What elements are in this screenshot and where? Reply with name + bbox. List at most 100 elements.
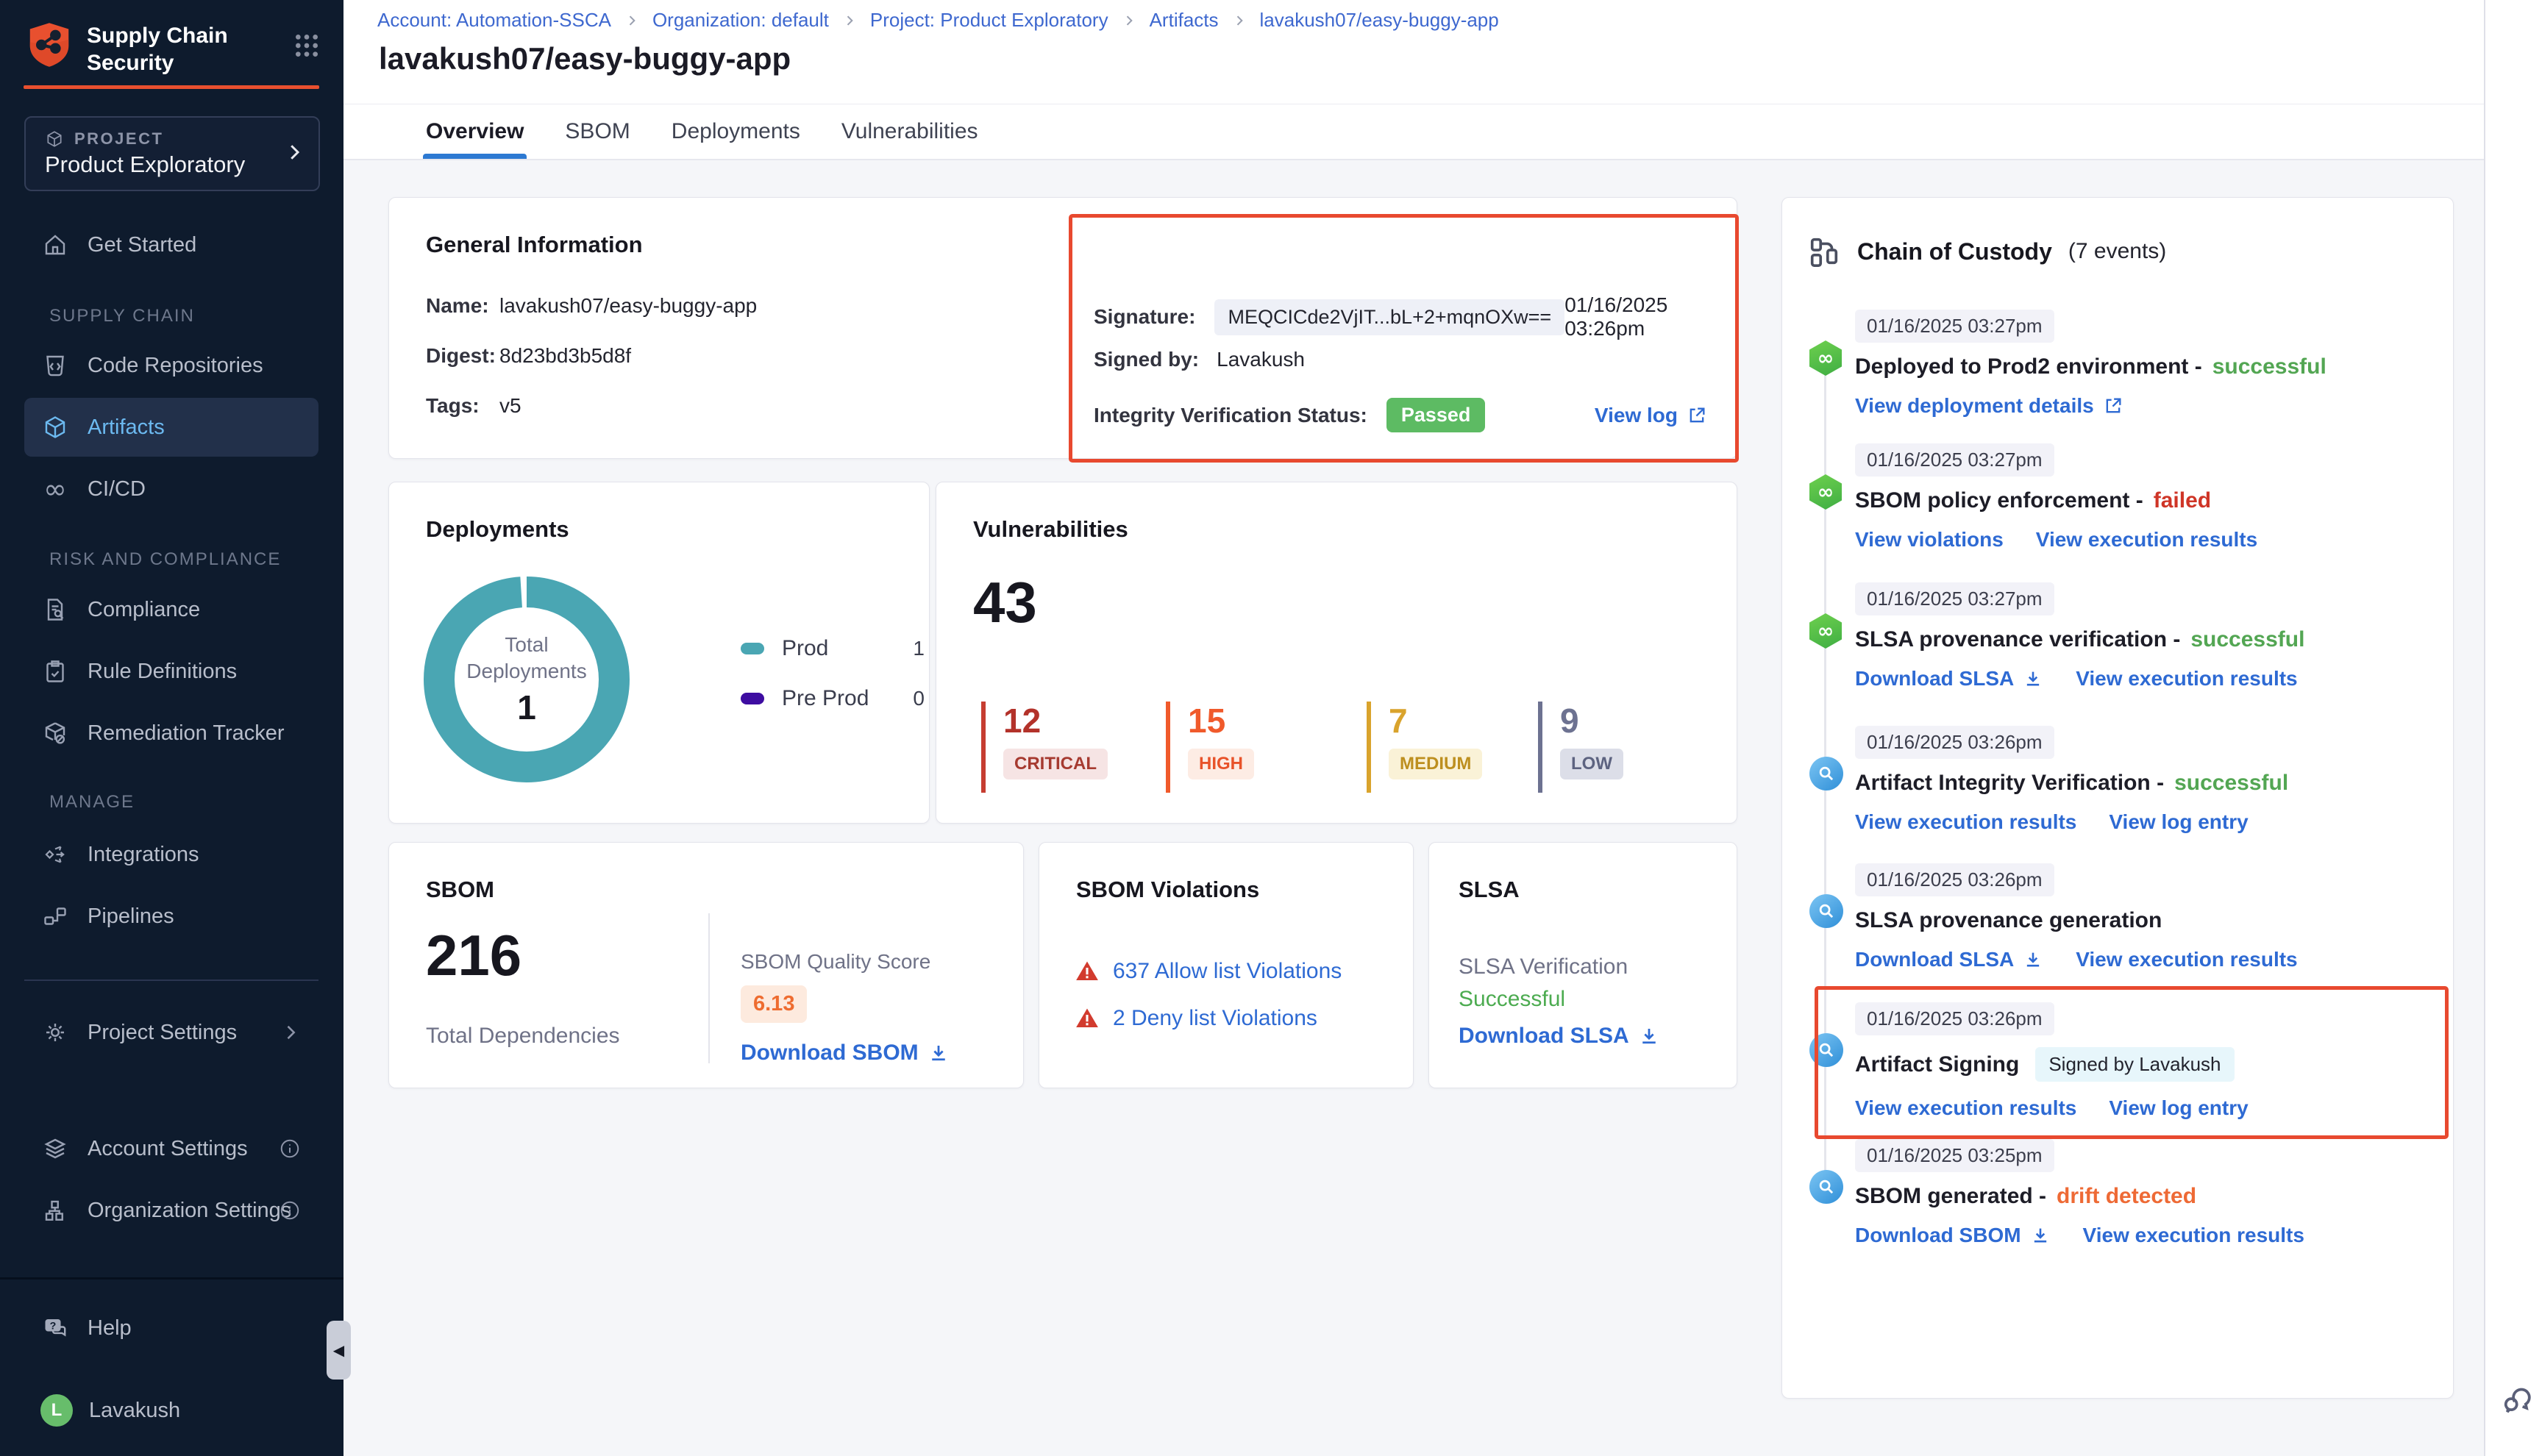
- event-title: Artifact Signing: [1855, 1052, 2019, 1077]
- download-icon: [2030, 1225, 2051, 1246]
- support-chat-icon[interactable]: [2500, 1381, 2537, 1418]
- app-switcher-grid-icon[interactable]: [292, 31, 321, 60]
- legend-row-prod: Prod 1: [741, 624, 925, 674]
- tab-vulnerabilities[interactable]: Vulnerabilities: [841, 104, 978, 159]
- sidebar-item-project-settings[interactable]: Project Settings: [24, 1003, 318, 1062]
- breadcrumb-project[interactable]: Project: Product Exploratory: [870, 9, 1108, 32]
- event-timestamp: 01/16/2025 03:27pm: [1855, 443, 2054, 477]
- sidebar-footer: ? Help L Lavakush: [0, 1277, 343, 1456]
- scan-circle-icon: [1809, 757, 1842, 792]
- compliance-document-icon: [40, 595, 70, 624]
- view-log-entry-link[interactable]: View log entry: [2109, 1096, 2248, 1120]
- sidebar-item-label: Account Settings: [88, 1137, 248, 1161]
- sidebar-item-rule-definitions[interactable]: Rule Definitions: [24, 642, 318, 701]
- breadcrumb-account[interactable]: Account: Automation-SSCA: [377, 9, 611, 32]
- breadcrumb-current-artifact[interactable]: lavakush07/easy-buggy-app: [1260, 9, 1499, 32]
- deployments-donut-chart: Total Deployments 1: [422, 575, 631, 784]
- home-icon: [40, 230, 70, 260]
- sbom-quality-label: SBOM Quality Score: [741, 950, 950, 974]
- custody-event-slsa-generation: 01/16/2025 03:26pm SLSA provenance gener…: [1855, 863, 2434, 971]
- sidebar-item-label: Help: [88, 1316, 132, 1341]
- sidebar-item-compliance[interactable]: Compliance: [24, 580, 318, 639]
- sidebar-item-artifacts[interactable]: Artifacts: [24, 398, 318, 457]
- view-execution-results-link[interactable]: View execution results: [2076, 667, 2297, 690]
- info-icon[interactable]: [279, 1138, 301, 1160]
- card-title: SLSA: [1459, 877, 1520, 903]
- event-timestamp: 01/16/2025 03:26pm: [1855, 726, 2054, 759]
- event-title: SLSA provenance verification -: [1855, 627, 2180, 652]
- event-status: successful: [2212, 354, 2326, 379]
- tab-deployments[interactable]: Deployments: [672, 104, 800, 159]
- breadcrumb-artifacts[interactable]: Artifacts: [1150, 9, 1219, 32]
- deny-list-violations-link[interactable]: 2 Deny list Violations: [1113, 1006, 1317, 1031]
- sidebar-item-organization-settings[interactable]: Organization Settings: [24, 1181, 318, 1240]
- sidebar-item-label: Compliance: [88, 598, 200, 622]
- legend-row-pre-prod: Pre Prod 0: [741, 674, 925, 724]
- pre-prod-swatch-icon: [741, 693, 764, 704]
- sidebar-item-cicd[interactable]: ∞ CI/CD: [24, 460, 318, 518]
- sidebar-item-pipelines[interactable]: Pipelines: [24, 887, 318, 946]
- sidebar-item-get-started[interactable]: Get Started: [24, 215, 318, 274]
- severity-badge: MEDIUM: [1389, 749, 1482, 779]
- status-badge-passed: Passed: [1386, 398, 1486, 432]
- breadcrumb-organization[interactable]: Organization: default: [652, 9, 829, 32]
- pipeline-hexagon-icon: ∞: [1809, 613, 1842, 649]
- sidebar-item-remediation-tracker[interactable]: Remediation Tracker: [24, 704, 318, 763]
- info-icon[interactable]: [279, 1199, 301, 1221]
- view-violations-link[interactable]: View violations: [1855, 528, 2004, 552]
- view-execution-results-link[interactable]: View execution results: [2036, 528, 2257, 552]
- breadcrumb-separator-icon: [624, 13, 639, 28]
- sidebar-item-label: Code Repositories: [88, 354, 263, 378]
- prod-swatch-icon: [741, 643, 764, 654]
- view-log-link[interactable]: View log: [1595, 404, 1707, 427]
- allow-list-violations-link[interactable]: 637 Allow list Violations: [1113, 959, 1342, 984]
- severity-count: 9: [1560, 702, 1623, 740]
- view-execution-results-link[interactable]: View execution results: [1855, 1096, 2076, 1120]
- code-repository-icon: [40, 351, 70, 380]
- project-selector[interactable]: PROJECT Product Exploratory: [24, 116, 320, 191]
- card-title: General Information: [426, 232, 643, 258]
- event-title: Deployed to Prod2 environment -: [1855, 354, 2202, 379]
- sidebar-item-label: Get Started: [88, 233, 196, 257]
- signed-by-value: Lavakush: [1217, 348, 1305, 371]
- download-sbom-link[interactable]: Download SBOM: [1855, 1224, 2051, 1247]
- download-slsa-link[interactable]: Download SLSA: [1459, 1024, 1660, 1049]
- sidebar-item-help[interactable]: ? Help: [24, 1299, 318, 1357]
- donut-center-value: 1: [517, 688, 536, 727]
- custody-event-artifact-signing: 01/16/2025 03:26pm Artifact Signing Sign…: [1855, 1002, 2434, 1120]
- sidebar-item-code-repositories[interactable]: Code Repositories: [24, 336, 318, 395]
- sidebar-header: Supply Chain Security: [28, 22, 321, 76]
- tab-bar: Overview SBOM Deployments Vulnerabilitie…: [343, 104, 2484, 160]
- event-status: successful: [2190, 627, 2304, 652]
- sidebar-item-label: CI/CD: [88, 477, 146, 502]
- view-execution-results-link[interactable]: View execution results: [2083, 1224, 2304, 1247]
- sidebar-item-integrations[interactable]: Integrations: [24, 825, 318, 884]
- download-slsa-link[interactable]: Download SLSA: [1855, 667, 2043, 690]
- pipeline-hexagon-icon: ∞: [1809, 474, 1842, 510]
- tab-sbom[interactable]: SBOM: [565, 104, 630, 159]
- allow-list-violations-row: 637 Allow list Violations: [1075, 959, 1342, 984]
- user-menu[interactable]: L Lavakush: [24, 1381, 318, 1440]
- scan-circle-icon: [1809, 1033, 1842, 1068]
- deny-list-violations-row: 2 Deny list Violations: [1075, 1006, 1317, 1031]
- card-title: SBOM Violations: [1076, 877, 1259, 903]
- signed-by-row: Signed by: Lavakush: [1094, 348, 1707, 371]
- chain-of-custody-event-count: (7 events): [2068, 239, 2166, 264]
- chain-of-custody-header: Chain of Custody (7 events): [1807, 235, 2166, 268]
- tab-overview[interactable]: Overview: [426, 104, 524, 159]
- view-execution-results-link[interactable]: View execution results: [2076, 948, 2297, 971]
- org-hierarchy-icon: [40, 1196, 70, 1225]
- external-link-icon: [1687, 405, 1707, 426]
- sidebar-collapse-handle[interactable]: ◀: [327, 1321, 351, 1380]
- download-sbom-link[interactable]: Download SBOM: [741, 1041, 950, 1066]
- view-deployment-details-link[interactable]: View deployment details: [1855, 394, 2123, 418]
- chain-links-icon: [1807, 235, 1841, 268]
- view-execution-results-link[interactable]: View execution results: [1855, 810, 2076, 834]
- legend-value: 0: [913, 687, 925, 710]
- view-log-entry-link[interactable]: View log entry: [2109, 810, 2248, 834]
- download-slsa-link[interactable]: Download SLSA: [1855, 948, 2043, 971]
- donut-center-label: Total Deployments: [464, 632, 589, 685]
- infinity-icon: ∞: [40, 474, 70, 504]
- slsa-verification-status: Successful: [1459, 987, 1565, 1012]
- sidebar-item-account-settings[interactable]: Account Settings: [24, 1119, 318, 1178]
